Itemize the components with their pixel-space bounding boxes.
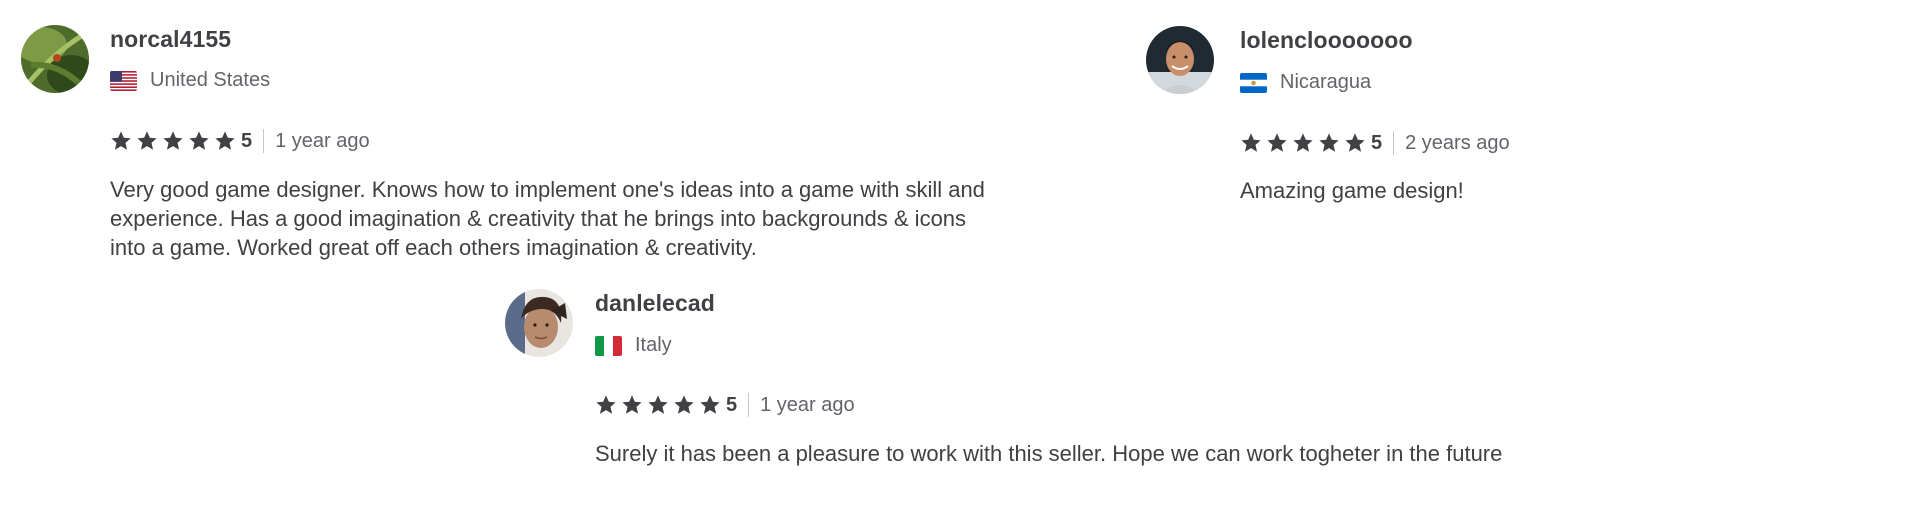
review-comment: Surely it has been a pleasure to work wi… [595,441,1503,466]
country-name: Italy [635,334,672,356]
star-icon [1292,132,1314,154]
divider [263,129,265,153]
rating-row: 5 2 years ago [1240,129,1510,157]
avatar[interactable] [505,289,573,357]
star-icon [162,130,184,152]
us-flag-icon [110,70,137,91]
reviewer-country: United States [110,69,270,92]
star-icon [673,394,695,416]
reviewer-country: Italy [595,334,672,357]
country-name: United States [150,69,271,91]
star-rating [1240,132,1370,154]
country-name: Nicaragua [1280,71,1372,93]
star-icon [110,130,132,152]
star-icon [621,394,643,416]
divider [1393,131,1395,155]
italy-flag-icon [595,335,622,356]
reviewer-username[interactable]: lolenclooooooo [1240,27,1413,54]
review-time: 1 year ago [275,129,370,152]
review-time: 1 year ago [760,393,855,416]
star-icon [595,394,617,416]
review-card: norcal4155 United States 5 1 year ago Ve… [0,0,1000,300]
star-icon [214,130,236,152]
star-icon [188,130,210,152]
star-rating [595,394,725,416]
avatar[interactable] [21,25,89,93]
star-icon [1240,132,1262,154]
reviewer-username[interactable]: norcal4155 [110,26,231,53]
review-comment: Very good game designer. Knows how to im… [110,177,985,260]
star-icon [699,394,721,416]
review-card: danlelecad Italy 5 1 year ago Surely it … [480,280,1580,505]
rating-value: 5 [726,393,738,416]
avatar[interactable] [1146,26,1214,94]
star-icon [1318,132,1340,154]
star-icon [1266,132,1288,154]
star-icon [136,130,158,152]
divider [748,393,750,417]
review-card: lolenclooooooo Nicaragua 5 2 years ago A… [1100,0,1900,220]
rating-value: 5 [241,129,253,152]
star-rating [110,130,240,152]
rating-value: 5 [1371,131,1383,154]
review-comment: Amazing game design! [1240,178,1464,203]
nicaragua-flag-icon [1240,72,1267,93]
reviewer-country: Nicaragua [1240,71,1371,94]
rating-row: 5 1 year ago [595,391,855,419]
review-time: 2 years ago [1405,131,1510,154]
star-icon [1344,132,1366,154]
star-icon [647,394,669,416]
reviewer-username[interactable]: danlelecad [595,290,715,317]
rating-row: 5 1 year ago [110,127,370,155]
